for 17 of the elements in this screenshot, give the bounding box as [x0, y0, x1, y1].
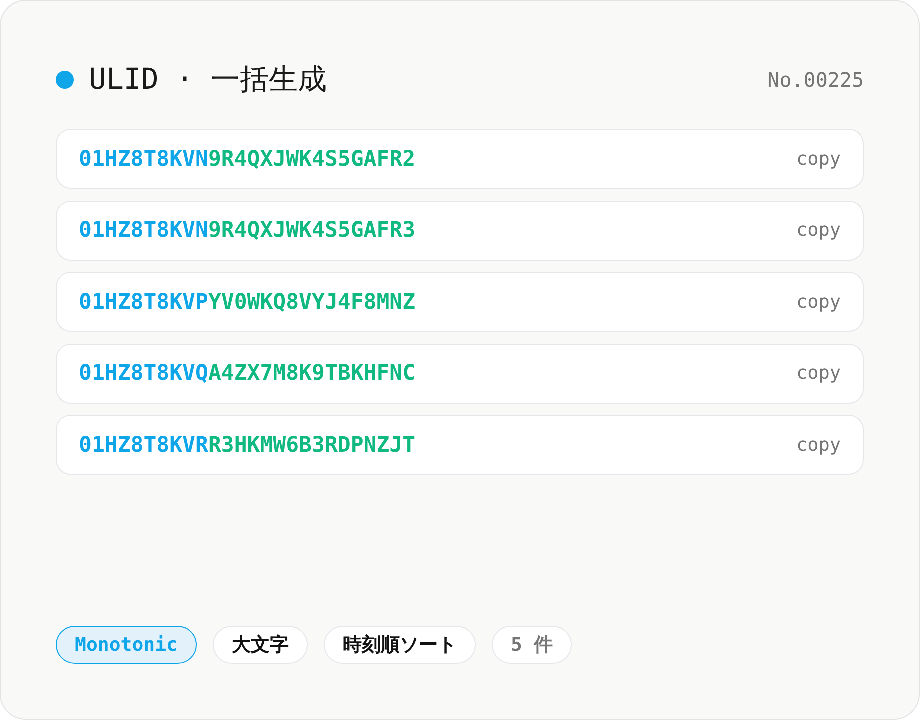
ulid-text: 01HZ8T8KVRR3HKMW6B3RDPNZJT: [79, 432, 416, 458]
ulid-text: 01HZ8T8KVN9R4QXJWK4S5GAFR2: [79, 146, 416, 172]
serial-number: No.00225: [768, 68, 864, 92]
ulid-text: 01HZ8T8KVPYV0WKQ8VYJ4F8MNZ: [79, 290, 416, 314]
option-chip[interactable]: Monotonic: [56, 626, 197, 664]
ulid-text: 01HZ8T8KVN9R4QXJWK4S5GAFR3: [79, 218, 416, 243]
card-title: ULID · 一括生成: [89, 61, 328, 98]
copy-button[interactable]: copy: [796, 218, 841, 243]
copy-button[interactable]: copy: [796, 290, 841, 314]
ulid-text: 01HZ8T8KVQA4ZX7M8K9TBKHFNC: [79, 361, 416, 386]
copy-button[interactable]: copy: [796, 432, 841, 458]
copy-button[interactable]: copy: [796, 361, 841, 386]
copy-button[interactable]: copy: [796, 146, 841, 172]
option-chip[interactable]: 時刻順ソート: [324, 626, 476, 664]
status-dot-icon: [56, 71, 74, 89]
option-chip[interactable]: 大文字: [212, 626, 308, 664]
count-badge: 5 件: [492, 626, 572, 664]
